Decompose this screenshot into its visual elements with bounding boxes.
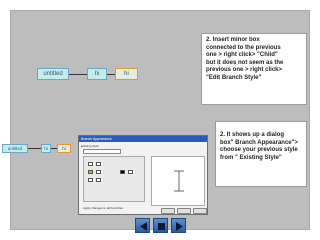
color-swatch[interactable] (96, 178, 101, 182)
color-swatch[interactable] (96, 162, 101, 166)
note-line: but it does not seem as the (206, 59, 284, 66)
square-stop-icon (158, 223, 165, 230)
color-swatch[interactable] (96, 170, 101, 174)
new-child-node-label: hi (124, 71, 129, 77)
style-preview (151, 156, 205, 206)
color-swatch[interactable] (88, 170, 93, 174)
help-button[interactable] (193, 208, 207, 214)
home-button[interactable] (153, 218, 168, 233)
branch-appearance-dialog: Branch Appearance Existing Style Apply c… (78, 135, 208, 215)
note-line: connected to the previous (206, 44, 281, 51)
preview-icon (174, 170, 184, 192)
root-node-label: untitled (7, 146, 23, 151)
slide-frame: untitled hi hi 2. Insert minor box conne… (2, 10, 310, 233)
dialog-tabs: Existing Style (81, 144, 99, 148)
tab-existing-style[interactable]: Existing Style (81, 144, 99, 148)
color-swatch[interactable] (120, 170, 125, 174)
note-line: one > right click> "Child" (206, 52, 278, 59)
note-line: 2. Insert minor box (206, 37, 260, 43)
ok-button[interactable] (161, 208, 175, 214)
root-node[interactable]: untitled (2, 144, 28, 153)
note-line: previous one > right click> (206, 67, 283, 74)
instruction-note-bottom: 2. It shows up a dialog box" Branch Appe… (215, 121, 307, 187)
new-child-node[interactable]: hi (115, 68, 138, 80)
child-node[interactable]: hi (87, 68, 107, 80)
connector-line (28, 148, 41, 149)
color-swatch[interactable] (128, 170, 133, 174)
existing-style-select[interactable] (83, 149, 121, 154)
instruction-note-top: 2. Insert minor box connected to the pre… (201, 33, 307, 105)
connector-line (107, 74, 115, 75)
next-button[interactable] (171, 218, 186, 233)
color-swatch[interactable] (88, 162, 93, 166)
apply-all-checkbox[interactable]: Apply changes to all branches (83, 206, 123, 210)
apply-all-label: Apply changes to all branches (83, 206, 124, 210)
child-node-label: hi (44, 146, 48, 151)
previous-button[interactable] (135, 218, 150, 233)
note-line: choose your previous style (220, 147, 298, 154)
new-child-node[interactable]: hi (57, 144, 71, 153)
child-node-label: hi (94, 71, 100, 77)
color-swatch[interactable] (88, 178, 93, 182)
note-line: box" Branch Appearance"> (220, 139, 298, 146)
connector-line (69, 74, 87, 75)
note-line: 2. It shows up a dialog (220, 132, 285, 138)
note-line: from " Existing Style" (220, 154, 282, 161)
cancel-button[interactable] (177, 208, 191, 214)
style-options-panel (83, 156, 145, 202)
root-node[interactable]: untitled (37, 68, 69, 80)
child-node[interactable]: hi (41, 144, 51, 153)
root-node-label: untitled (43, 71, 63, 77)
arrow-right-icon (176, 222, 183, 231)
arrow-left-icon (140, 222, 147, 231)
new-child-node-label: hi (62, 146, 66, 151)
dialog-title: Branch Appearance (79, 136, 207, 142)
note-line: "Edit Branch Style" (206, 74, 262, 81)
